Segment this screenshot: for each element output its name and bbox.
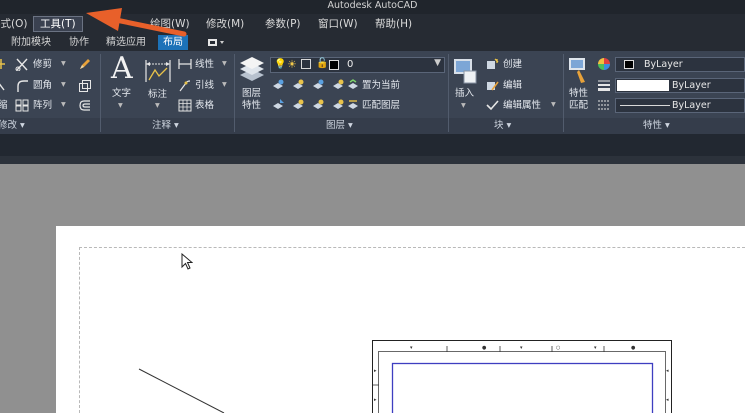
drawing-canvas[interactable]: ▾ ● ▾ ○ ▾ ● ▸ ▸ ◂ ◂ — [0, 0, 745, 413]
annotation-arrow-icon — [78, 4, 188, 44]
svg-text:▾: ▾ — [520, 345, 523, 351]
svg-text:●: ● — [482, 345, 487, 351]
frame-zone-markers: ▾ ● ▾ ○ ▾ ● ▸ ▸ ◂ ◂ — [374, 345, 669, 403]
mouse-cursor-icon — [181, 253, 193, 270]
viewport-rectangle[interactable] — [391, 362, 654, 413]
svg-text:●: ● — [631, 345, 636, 351]
drawing-frame-inner — [378, 351, 666, 413]
svg-text:▾: ▾ — [410, 345, 413, 351]
svg-text:▸: ▸ — [374, 368, 377, 374]
svg-text:▾: ▾ — [594, 345, 597, 351]
drawing-line[interactable] — [138, 368, 225, 413]
svg-text:▸: ▸ — [374, 397, 377, 403]
svg-text:○: ○ — [556, 345, 560, 351]
svg-text:◂: ◂ — [666, 397, 669, 403]
svg-text:◂: ◂ — [666, 368, 669, 374]
